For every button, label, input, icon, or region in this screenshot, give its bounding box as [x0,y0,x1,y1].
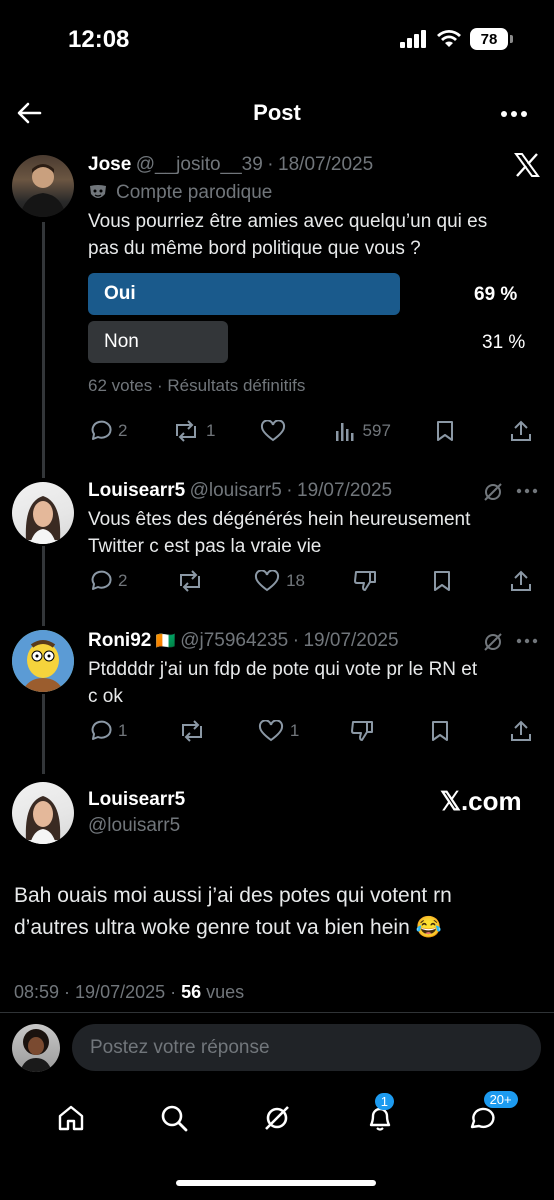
more-options-icon[interactable] [500,110,528,118]
poll-percent-oui: 69 % [474,284,518,305]
author-handle[interactable]: @__josito__39 [136,154,263,175]
comment-header: Roni92 🇨🇮 @j75964235 · 19/07/2025 [88,630,399,651]
parody-label: Compte parodique [88,182,272,204]
more-options-icon[interactable] [516,638,538,644]
heart-icon [255,570,280,592]
like-button[interactable] [260,420,290,442]
theater-mask-icon [90,185,106,198]
reply-timestamp: 08:59 · 19/07/2025 · 56 vues [14,982,245,1002]
messages-tab[interactable]: 20+ [468,1091,518,1133]
x-com-brand: 𝕏.com [440,786,522,816]
x-logo-icon [514,153,540,177]
bookmark-icon [437,421,454,441]
bookmark-button[interactable] [430,720,460,742]
thumbs-down-icon [350,721,373,741]
avatar[interactable] [12,155,74,217]
poll-percent-non: 31 % [482,332,526,353]
repost-button[interactable] [178,720,208,742]
bookmark-button[interactable] [435,420,465,442]
dislike-button[interactable] [353,570,383,592]
more-options-icon[interactable] [516,488,538,494]
reply-text: Bah ouais moi aussi j’ai des potes qui v… [14,884,452,939]
bottom-tab-bar: 1 20+ [0,1091,554,1144]
divider [0,1012,554,1013]
post-text: Vous pourriez être amies avec quelqu’un … [88,211,488,259]
messages-badge: 20+ [483,1091,518,1108]
search-icon[interactable] [159,1103,189,1133]
poll-option-non: Non [88,321,228,363]
like-button[interactable]: 1 [258,720,299,742]
thumbs-down-icon [354,571,377,591]
dislike-button[interactable] [350,720,380,742]
reply-button[interactable]: 2 [88,570,127,592]
battery-indicator: 78 [470,28,513,50]
share-button[interactable] [510,570,540,592]
post-actions: 2 1 597 [88,420,540,442]
share-button[interactable] [510,720,540,742]
reply-icon [91,420,112,440]
home-icon[interactable] [56,1103,86,1133]
grok-icon[interactable] [262,1103,292,1133]
bookmark-button[interactable] [432,570,462,592]
repost-button[interactable]: 1 [172,420,215,442]
repost-icon [181,720,202,742]
poll-meta: 62 votes · Résultats définitifs [88,376,306,395]
thread-line [42,694,45,774]
reply-button[interactable]: 2 [88,420,127,442]
avatar[interactable] [12,482,74,544]
bookmark-icon [433,571,450,591]
grok-icon[interactable] [482,631,504,653]
home-indicator [176,1180,376,1186]
author-name[interactable]: Jose [88,154,131,175]
repost-icon [176,420,196,442]
avatar[interactable] [12,782,74,844]
reply-icon [91,720,112,740]
views-button[interactable]: 597 [335,421,391,441]
share-icon [510,570,531,591]
thread-line [42,222,45,478]
post-date: 18/07/2025 [278,154,374,175]
share-icon [510,720,531,741]
like-button[interactable]: 18 [254,570,305,592]
comment-actions: 1 1 [88,720,540,742]
post-header: Jose @__josito__39 · 18/07/2025 [88,154,374,175]
status-icons: 78 [400,28,513,50]
avatar[interactable] [12,630,74,692]
cellular-signal-icon [400,30,426,48]
comment-text: Vous êtes des dégénérés hein heureusemen… [88,509,471,557]
notifications-tab[interactable]: 1 [365,1093,395,1133]
reply-icon [91,570,112,590]
status-time: 12:08 [68,26,130,53]
page-title: Post [253,100,301,125]
views-chart-icon [335,423,354,441]
notifications-badge: 1 [374,1093,395,1110]
share-icon [510,420,531,441]
bookmark-icon [431,721,448,741]
comment-actions: 2 18 [88,570,540,592]
repost-button[interactable] [176,570,206,592]
comment-header: Louisearr5 @louisarr5 · 19/07/2025 [88,480,393,501]
thread-line [42,546,45,626]
repost-icon [179,570,200,592]
heart-icon [260,420,286,442]
comment-text: Ptddddr j'ai un fdp de pote qui vote pr … [88,659,478,707]
wifi-icon [437,30,461,47]
share-button[interactable] [510,420,540,442]
grok-icon[interactable] [482,481,504,503]
reply-button[interactable]: 1 [88,720,127,742]
poll-option-oui: Oui [88,273,400,315]
heart-icon [258,720,283,742]
author-name[interactable]: Louisearr5 [88,789,185,811]
author-handle[interactable]: @louisarr5 [88,815,180,837]
reply-input[interactable]: Postez votre réponse [72,1024,541,1071]
my-avatar[interactable] [12,1024,60,1072]
